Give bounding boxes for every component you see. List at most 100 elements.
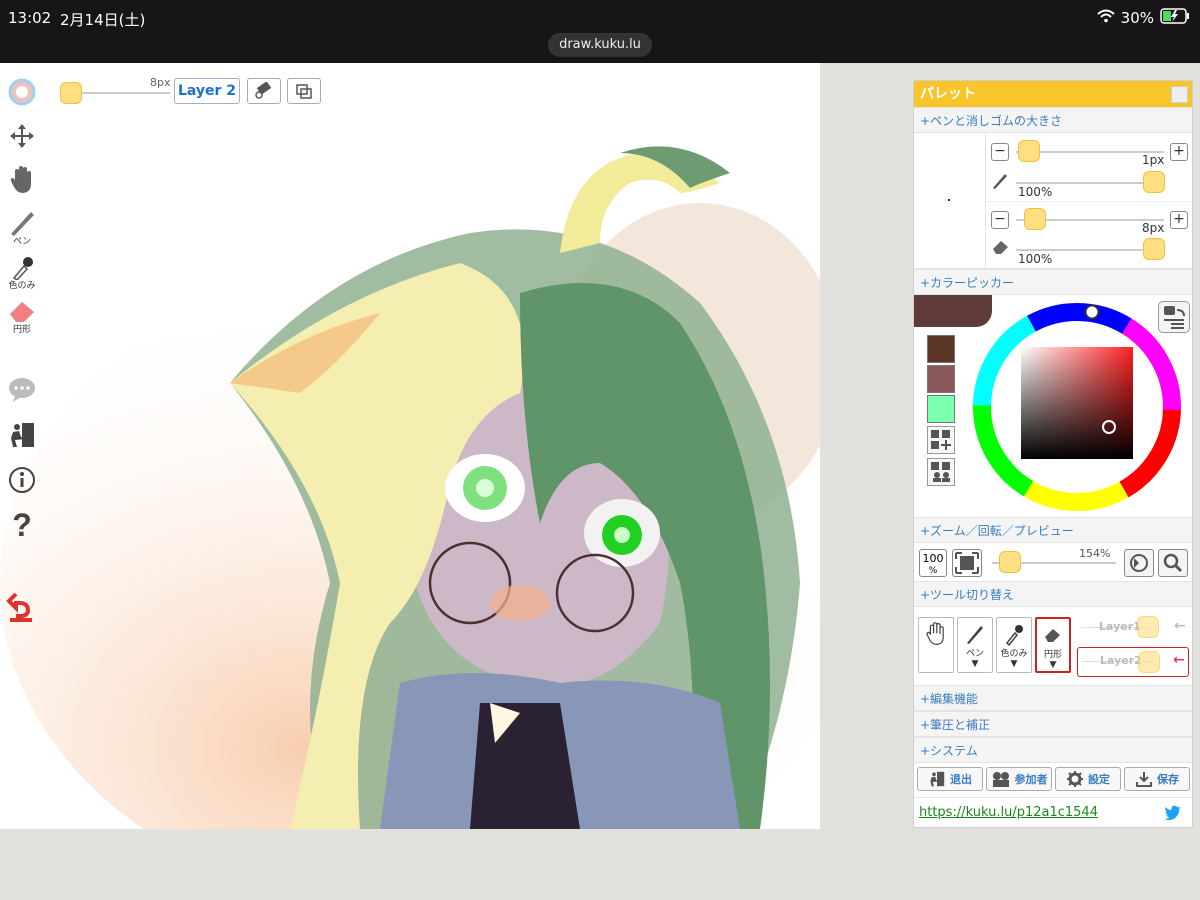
status-bar: 13:02 2月14日(土) 30% draw.kuku.lu: [0, 0, 1200, 63]
svg-text:?: ?: [12, 508, 32, 540]
gear-icon: [1067, 771, 1083, 787]
hand-small-icon: [926, 622, 944, 646]
participants-label: 参加者: [1014, 773, 1048, 786]
section-zoom[interactable]: +ズーム／回転／プレビュー: [914, 517, 1192, 543]
undo-button[interactable]: [0, 588, 44, 622]
twitter-icon[interactable]: [1164, 805, 1182, 820]
palette-header: パレット: [914, 81, 1192, 107]
pen-size-minus-button[interactable]: −: [991, 143, 1009, 161]
swatch-share-button[interactable]: [927, 458, 955, 486]
fit-frame-icon: [955, 552, 979, 574]
eyedropper-small-icon: [1005, 625, 1023, 646]
eraser-settings-button[interactable]: [247, 78, 281, 104]
eraser-size-value: 8px: [1142, 221, 1165, 235]
settings-button[interactable]: 設定: [1055, 767, 1121, 791]
tool-switch-block: ペン ▼ 色のみ ▼ 円形 ▼ Layer1 ← Layer2 ←: [914, 607, 1192, 685]
grid-people-icon: [931, 462, 950, 482]
chat-button[interactable]: [0, 376, 44, 404]
eyedropper-icon: [12, 257, 33, 280]
status-icons: 30%: [1096, 8, 1190, 28]
section-tool-switch[interactable]: +ツール切り替え: [914, 581, 1192, 607]
eraser-opacity-value: 100%: [1018, 252, 1053, 266]
eraser-opacity-knob[interactable]: [1143, 238, 1165, 260]
eraser-size-knob[interactable]: [1024, 208, 1046, 230]
section-edit[interactable]: +編集機能: [914, 685, 1192, 711]
layer-row-1[interactable]: Layer1 ←: [1077, 615, 1189, 645]
pen-opacity-knob[interactable]: [1143, 171, 1165, 193]
palette-toggle-button[interactable]: [1171, 86, 1188, 103]
eyedropper-tool[interactable]: 色のみ: [0, 254, 44, 291]
undo-icon: [6, 592, 32, 622]
color-swatch-1[interactable]: [927, 335, 955, 363]
eraser-small-icon: [1045, 629, 1060, 642]
tool-card-eyedropper-label: 色のみ: [1000, 649, 1028, 659]
color-mode-button[interactable]: [1158, 301, 1190, 333]
rotate-icon: [1130, 554, 1148, 572]
rotate-button[interactable]: [1124, 549, 1154, 577]
share-url-link[interactable]: https://kuku.lu/p12a1c1544: [919, 805, 1098, 820]
chat-bubble-icon: [9, 378, 35, 402]
slider-knob[interactable]: [60, 82, 82, 104]
fit-screen-button[interactable]: [952, 549, 982, 577]
pen-opacity-value: 100%: [1018, 185, 1053, 199]
save-button[interactable]: 保存: [1124, 767, 1190, 791]
exit-room-button[interactable]: [0, 420, 44, 450]
zoom-reset-button[interactable]: 100 %: [919, 549, 947, 577]
palette-panel: パレット +ペンと消しゴムの大きさ − + 1px 100% − + 8px 1…: [913, 80, 1193, 828]
divider: [986, 201, 1192, 202]
pen-size-knob[interactable]: [1018, 140, 1040, 162]
section-color-picker[interactable]: +カラーピッカー: [914, 269, 1192, 295]
grid-add-icon: [931, 430, 951, 450]
zoom-level: 154%: [1079, 547, 1111, 560]
exit-door-icon: [930, 771, 945, 787]
drawing-canvas[interactable]: [0, 63, 820, 829]
tool-card-eraser-label: 円形: [1043, 650, 1062, 660]
dropdown-arrow-icon: ▼: [1010, 659, 1018, 669]
tool-card-pen[interactable]: ペン ▼: [957, 617, 993, 673]
exit-button[interactable]: 退出: [917, 767, 983, 791]
tool-card-hand[interactable]: [918, 617, 954, 673]
section-pressure[interactable]: +筆圧と補正: [914, 711, 1192, 737]
eraser-size-minus-button[interactable]: −: [991, 211, 1009, 229]
section-pen-eraser-size[interactable]: +ペンと消しゴムの大きさ: [914, 107, 1192, 133]
settings-label: 設定: [1088, 773, 1110, 786]
pen-tool[interactable]: ペン: [0, 208, 44, 247]
tool-card-eraser[interactable]: 円形 ▼: [1035, 617, 1071, 673]
brush-size-slider[interactable]: 8px: [60, 76, 171, 104]
eraser-tool[interactable]: 円形: [0, 298, 44, 335]
color-wheel-tool[interactable]: [0, 78, 44, 106]
url-bar[interactable]: draw.kuku.lu: [548, 33, 652, 57]
preview-button[interactable]: [1158, 549, 1188, 577]
hue-ring[interactable]: [969, 299, 1185, 515]
color-wheel-icon: [8, 78, 36, 106]
tool-card-eyedropper[interactable]: 色のみ ▼: [996, 617, 1032, 673]
info-button[interactable]: [0, 465, 44, 495]
dropdown-arrow-icon: ▼: [1049, 660, 1057, 670]
hand-tool[interactable]: [0, 165, 44, 195]
eraser-size-plus-button[interactable]: +: [1170, 211, 1188, 229]
pen-size-plus-button[interactable]: +: [1170, 143, 1188, 161]
eraser-small-icon: [993, 241, 1008, 254]
help-button[interactable]: ?: [0, 508, 44, 540]
layer-2-opacity-knob[interactable]: [1138, 651, 1160, 673]
section-system[interactable]: +システム: [914, 737, 1192, 763]
transform-button[interactable]: [287, 78, 321, 104]
move-tool[interactable]: [0, 122, 44, 150]
zoom-block: 100 % 154%: [914, 543, 1192, 581]
battery-icon: [1160, 8, 1190, 28]
layer-row-2[interactable]: Layer2 ←: [1077, 647, 1189, 677]
pen-icon: [11, 212, 34, 236]
wifi-icon: [1096, 9, 1115, 27]
people-icon: [992, 772, 1009, 787]
add-swatch-button[interactable]: [927, 426, 955, 454]
crop-icon: [296, 84, 312, 99]
layer-button[interactable]: Layer 2: [174, 78, 240, 104]
participants-button[interactable]: 参加者: [986, 767, 1052, 791]
date: 2月14日(土): [60, 11, 146, 29]
move-arrows-icon: [10, 124, 34, 148]
layer-1-opacity-knob[interactable]: [1137, 616, 1159, 638]
color-swatch-3[interactable]: [927, 395, 955, 423]
color-swatch-2[interactable]: [927, 365, 955, 393]
eraser-tool-label: 円形: [12, 325, 31, 335]
zoom-knob[interactable]: [999, 551, 1021, 573]
